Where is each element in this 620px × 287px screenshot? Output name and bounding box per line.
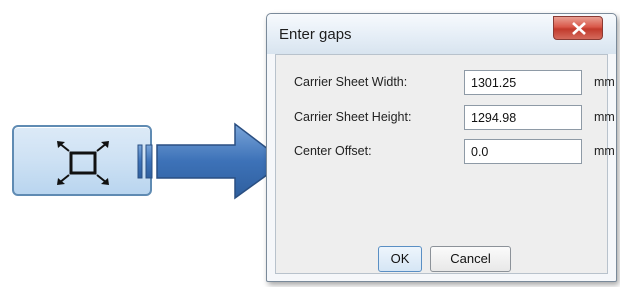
dialog-titlebar[interactable]: Enter gaps xyxy=(267,14,616,54)
fit-to-frame-icon xyxy=(57,141,109,185)
carrier-sheet-width-label: Carrier Sheet Width: xyxy=(294,75,408,89)
dialog-title: Enter gaps xyxy=(279,26,352,43)
enter-gaps-dialog: Enter gaps Carrier Sheet Width: mm Carri… xyxy=(266,13,617,282)
carrier-sheet-height-unit: mm xyxy=(594,110,615,124)
fit-to-frame-button[interactable] xyxy=(12,125,152,196)
center-offset-input[interactable] xyxy=(464,139,582,164)
carrier-sheet-width-input[interactable] xyxy=(464,70,582,95)
carrier-sheet-height-input[interactable] xyxy=(464,105,582,130)
cancel-button[interactable]: Cancel xyxy=(430,246,511,272)
carrier-sheet-width-unit: mm xyxy=(594,75,615,89)
ok-button[interactable]: OK xyxy=(378,246,422,272)
center-offset-label: Center Offset: xyxy=(294,144,372,158)
close-button[interactable] xyxy=(553,16,603,40)
center-offset-unit: mm xyxy=(594,144,615,158)
carrier-sheet-height-label: Carrier Sheet Height: xyxy=(294,110,412,124)
dialog-content: Carrier Sheet Width: mm Carrier Sheet He… xyxy=(275,54,615,274)
close-icon xyxy=(572,22,586,35)
